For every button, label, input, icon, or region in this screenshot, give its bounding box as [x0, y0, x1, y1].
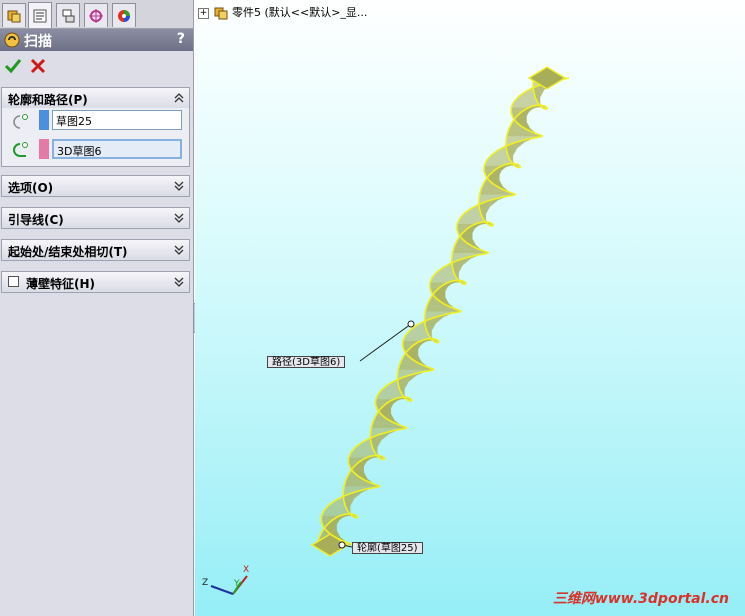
thin-feature-checkbox[interactable]: [8, 276, 19, 287]
chevron-down-icon[interactable]: [173, 242, 185, 256]
tab-dimxpert-manager[interactable]: [84, 3, 108, 27]
triad-x-label: X: [243, 565, 249, 575]
group-options-label: 选项(O): [8, 181, 54, 195]
group-guide-curves[interactable]: 引导线(C): [1, 207, 190, 229]
group-options[interactable]: 选项(O): [1, 175, 190, 197]
feature-title: 扫描: [24, 34, 52, 50]
chevron-up-icon[interactable]: [173, 90, 185, 104]
chevron-down-icon[interactable]: [173, 210, 185, 224]
property-manager-panel: 扫描 ? 轮廓和路径(P) 草图25 3D草图6 选项(O) 引导线(C) 起始…: [0, 0, 194, 616]
graphics-viewport[interactable]: + 零件5 (默认<<默认>_显... 路径(3D草图6) 轮廓(草图25) X…: [195, 0, 745, 616]
group-profile-path-header[interactable]: 轮廓和路径(P): [2, 88, 189, 108]
group-thin-feature[interactable]: 薄壁特征(H): [1, 271, 190, 293]
help-button[interactable]: ?: [177, 31, 185, 47]
profile-callout[interactable]: 轮廓(草图25): [352, 542, 423, 554]
confirm-row: [2, 56, 192, 78]
manager-tabs: [0, 0, 193, 29]
tab-configuration-manager[interactable]: [56, 3, 80, 27]
path-anchor-point[interactable]: [407, 320, 415, 328]
ok-check-icon[interactable]: [4, 57, 22, 75]
triad-y-label: Y: [233, 579, 240, 589]
chevron-down-icon[interactable]: [173, 274, 185, 288]
profile-anchor-point[interactable]: [338, 541, 346, 549]
group-profile-path-label: 轮廓和路径(P): [8, 93, 88, 107]
profile-color-swatch: [39, 110, 49, 130]
chevron-down-icon[interactable]: [173, 178, 185, 192]
group-profile-path: 轮廓和路径(P) 草图25 3D草图6: [1, 87, 190, 167]
tab-display-manager[interactable]: [112, 3, 136, 27]
feature-title-bar: 扫描 ?: [0, 29, 193, 51]
display-manager-icon: [118, 9, 130, 22]
path-selection-field[interactable]: 3D草图6: [52, 139, 182, 159]
triad-z-label: Z: [202, 578, 208, 588]
dimxpert-icon: [89, 8, 103, 23]
group-guide-curves-label: 引导线(C): [8, 213, 64, 227]
configuration-manager-icon: [62, 9, 75, 22]
feature-manager-icon: [7, 10, 21, 22]
tab-feature-manager[interactable]: [2, 3, 26, 27]
property-manager-icon: [33, 9, 47, 22]
sweep-icon: [4, 32, 20, 48]
path-callout[interactable]: 路径(3D草图6): [267, 356, 346, 368]
group-thin-feature-label: 薄壁特征(H): [26, 277, 96, 291]
path-icon: [13, 142, 28, 157]
profile-icon: [13, 114, 28, 129]
profile-selection-field[interactable]: 草图25: [52, 110, 182, 130]
tab-property-manager[interactable]: [28, 2, 52, 28]
path-color-swatch: [39, 139, 49, 159]
sweep-preview: [310, 66, 570, 557]
coordinate-triad: X Y Z: [202, 565, 249, 595]
cancel-x-icon[interactable]: [29, 57, 47, 75]
watermark: 三维网www.3dportal.cn: [552, 591, 729, 607]
group-start-end-tangency[interactable]: 起始处/结束处相切(T): [1, 239, 190, 261]
group-tangency-label: 起始处/结束处相切(T): [8, 245, 128, 259]
